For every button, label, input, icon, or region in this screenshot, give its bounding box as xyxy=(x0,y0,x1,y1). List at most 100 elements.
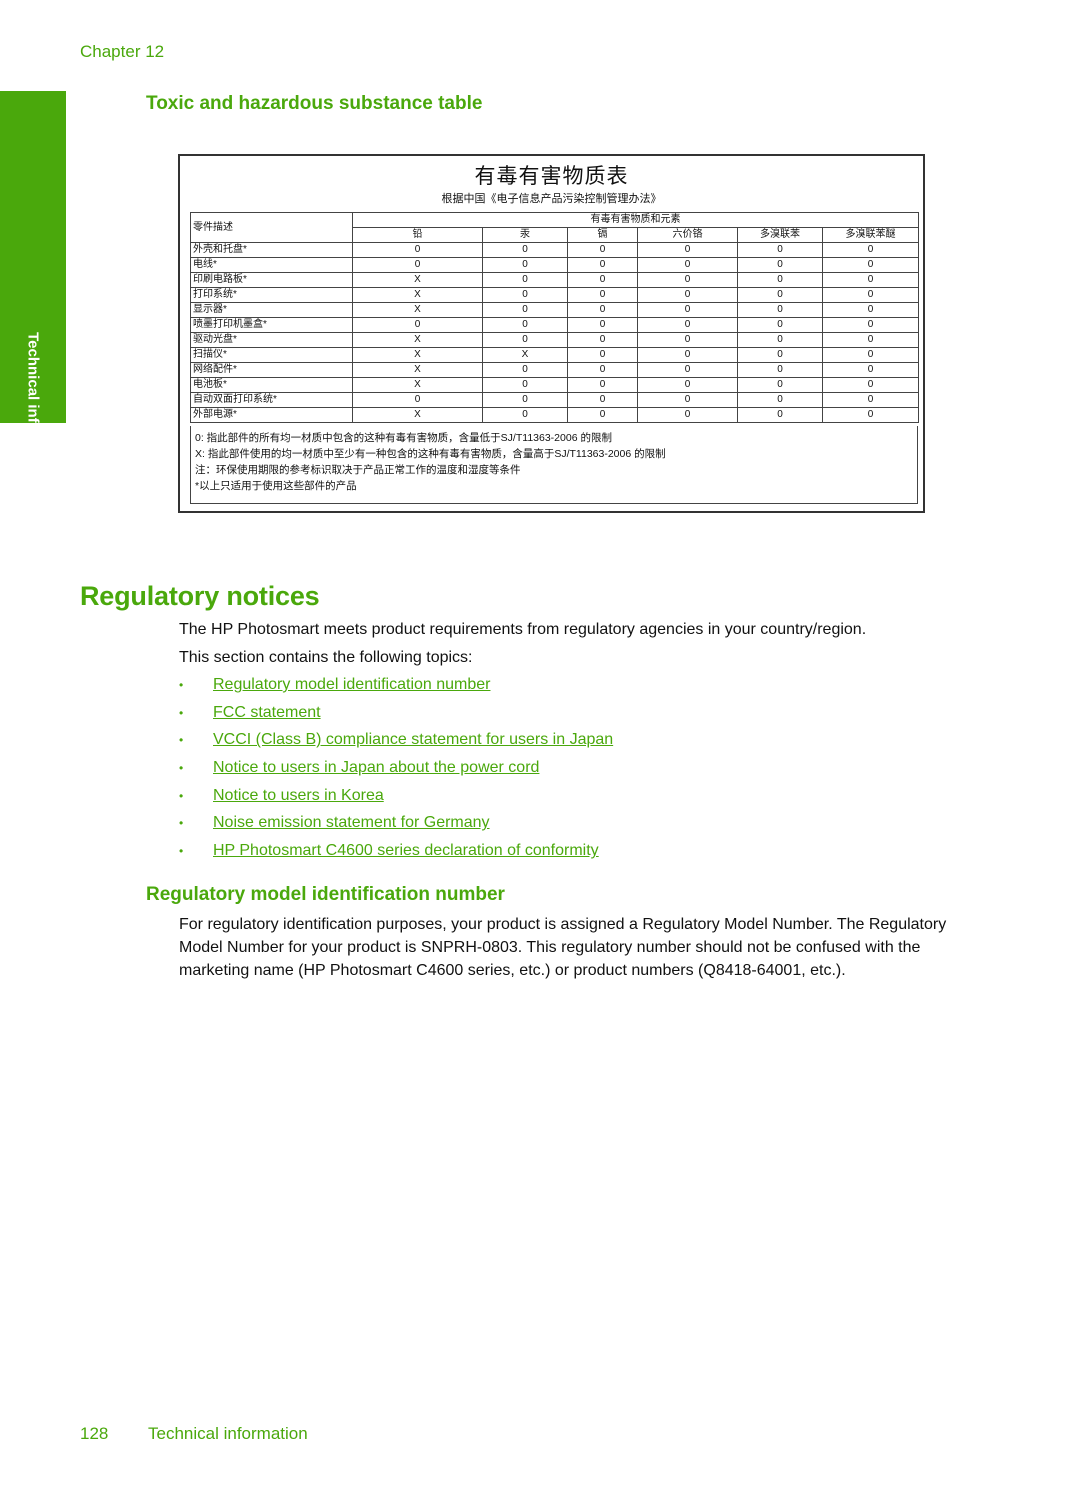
table-row: 自动双面打印系统* 0 0 0 0 0 0 xyxy=(190,392,920,408)
substance-value-cell: 0 xyxy=(567,347,638,363)
substance-value-cell: 0 xyxy=(637,362,738,378)
substance-value-cell: 0 xyxy=(737,392,823,408)
substance-table-body: 外壳和托盘* 0 0 0 0 0 0 电线* 0 0 0 0 0 0 印刷电路板* X 0 0 0 0 0 打印系统* X 0… xyxy=(190,242,920,423)
substance-value-cell: 0 xyxy=(821,242,920,258)
substance-table-notes: 0: 指此部件的所有均一材质中包含的这种有毒有害物质，含量低于SJ/T11363… xyxy=(190,426,918,504)
substance-value-cell: X xyxy=(352,347,483,363)
table-row: 扫描仪* X X 0 0 0 0 xyxy=(190,347,920,363)
part-name-cell: 网络配件* xyxy=(190,362,353,378)
bullet-icon: • xyxy=(179,678,184,692)
substance-value-cell: 0 xyxy=(637,302,738,318)
topic-link[interactable]: Notice to users in Korea xyxy=(213,787,384,804)
table-row: 印刷电路板* X 0 0 0 0 0 xyxy=(190,272,920,288)
topics-intro: This section contains the following topi… xyxy=(179,649,473,666)
substance-value-cell: 0 xyxy=(637,392,738,408)
substance-column-header: 镉 xyxy=(567,227,638,243)
table-row: 喷墨打印机墨盒* 0 0 0 0 0 0 xyxy=(190,317,920,333)
substance-value-cell: 0 xyxy=(821,302,920,318)
list-item: • HP Photosmart C4600 series declaration … xyxy=(179,839,613,867)
substance-column-header: 铅 xyxy=(352,227,483,243)
note-line: 0: 指此部件的所有均一材质中包含的这种有毒有害物质，含量低于SJ/T11363… xyxy=(195,432,612,444)
substance-value-cell: 0 xyxy=(567,317,638,333)
substance-table-title: 有毒有害物质表 xyxy=(474,165,629,188)
topic-link[interactable]: Notice to users in Japan about the power… xyxy=(213,759,539,776)
topic-link[interactable]: HP Photosmart C4600 series declaration o… xyxy=(213,842,599,859)
side-tab: Technical information xyxy=(0,91,66,487)
substance-value-cell: 0 xyxy=(482,257,568,273)
part-description-header: 零件描述 xyxy=(190,212,353,243)
note-line: X: 指此部件使用的均一材质中至少有一种包含的这种有毒有害物质，含量高于SJ/T… xyxy=(195,448,666,460)
substance-value-cell: 0 xyxy=(637,287,738,303)
substance-value-cell: 0 xyxy=(737,377,823,393)
topic-link[interactable]: Regulatory model identification number xyxy=(213,676,490,693)
table-row: 显示器* X 0 0 0 0 0 xyxy=(190,302,920,318)
substance-value-cell: X xyxy=(352,302,483,318)
substance-value-cell: 0 xyxy=(821,392,920,408)
table-row: 打印系统* X 0 0 0 0 0 xyxy=(190,287,920,303)
substance-value-cell: 0 xyxy=(737,287,823,303)
bullet-icon: • xyxy=(179,816,184,831)
note-line: *以上只适用于使用这些部件的产品 xyxy=(195,480,357,492)
topics-list: • Regulatory model identification number •… xyxy=(179,673,613,867)
topic-link[interactable]: VCCI (Class B) compliance statement for … xyxy=(213,731,613,748)
table-row: 网络配件* X 0 0 0 0 0 xyxy=(190,362,920,378)
page-number: 128 xyxy=(80,1424,109,1443)
list-item: • Notice to users in Korea xyxy=(179,784,613,812)
substance-column-header: 多溴联苯 xyxy=(737,227,823,243)
part-name-cell: 电池板* xyxy=(190,377,353,393)
table-row: 电池板* X 0 0 0 0 0 xyxy=(190,377,920,393)
substance-value-cell: 0 xyxy=(637,257,738,273)
model-id-heading: Regulatory model identification number xyxy=(146,884,505,905)
substance-value-cell: 0 xyxy=(482,302,568,318)
chapter-label: Chapter 12 xyxy=(80,42,165,61)
substance-value-cell: 0 xyxy=(737,302,823,318)
table-row: 外部电源* X 0 0 0 0 0 xyxy=(190,407,920,423)
substance-value-cell: 0 xyxy=(737,257,823,273)
regulatory-intro: The HP Photosmart meets product requirem… xyxy=(179,621,867,638)
substance-value-cell: 0 xyxy=(821,287,920,303)
substance-value-cell: X xyxy=(352,272,483,288)
substance-table-figure: 有毒有害物质表 根据中国《电子信息产品污染控制管理办法》 零件描述 有毒有害物质… xyxy=(178,154,925,513)
substance-value-cell: 0 xyxy=(821,257,920,273)
substance-value-cell: X xyxy=(352,362,483,378)
topic-link[interactable]: FCC statement xyxy=(213,704,321,721)
substance-value-cell: 0 xyxy=(352,242,483,258)
bullet-icon: • xyxy=(179,705,184,720)
part-name-cell: 扫描仪* xyxy=(190,347,353,363)
substance-value-cell: 0 xyxy=(737,332,823,348)
substance-value-cell: 0 xyxy=(737,317,823,333)
substance-value-cell: 0 xyxy=(567,362,638,378)
substance-value-cell: 0 xyxy=(567,287,638,303)
substance-value-cell: X xyxy=(352,332,483,348)
substance-value-cell: 0 xyxy=(352,257,483,273)
topic-link[interactable]: Noise emission statement for Germany xyxy=(213,814,490,831)
side-tab-label: Technical information xyxy=(24,332,42,487)
substance-value-cell: 0 xyxy=(482,362,568,378)
substance-value-cell: 0 xyxy=(482,272,568,288)
substance-value-cell: 0 xyxy=(737,347,823,363)
substance-value-cell: 0 xyxy=(482,407,568,423)
bullet-icon: • xyxy=(179,761,184,776)
substance-value-cell: 0 xyxy=(482,332,568,348)
part-name-cell: 驱动光盘* xyxy=(190,332,353,348)
substance-value-cell: 0 xyxy=(821,377,920,393)
substances-group-header: 有毒有害物质和元素 xyxy=(351,212,920,228)
substance-value-cell: 0 xyxy=(567,332,638,348)
substance-value-cell: 0 xyxy=(637,407,738,423)
bullet-icon: • xyxy=(179,733,184,748)
substance-value-cell: 0 xyxy=(567,377,638,393)
toxic-table-heading: Toxic and hazardous substance table xyxy=(146,93,483,114)
list-item: • Notice to users in Japan about the powe… xyxy=(179,756,613,784)
table-row: 电线* 0 0 0 0 0 0 xyxy=(190,257,920,273)
substance-value-cell: 0 xyxy=(482,377,568,393)
substance-value-cell: X xyxy=(352,287,483,303)
table-row: 外壳和托盘* 0 0 0 0 0 0 xyxy=(190,242,920,258)
substance-value-cell: 0 xyxy=(821,317,920,333)
bullet-icon: • xyxy=(179,788,184,803)
substance-table-subtitle: 根据中国《电子信息产品污染控制管理办法》 xyxy=(441,193,662,205)
substance-value-cell: 0 xyxy=(482,317,568,333)
substance-column-header: 汞 xyxy=(482,227,568,243)
substance-value-cell: 0 xyxy=(567,242,638,258)
substance-value-cell: 0 xyxy=(637,317,738,333)
part-name-cell: 印刷电路板* xyxy=(190,272,353,288)
